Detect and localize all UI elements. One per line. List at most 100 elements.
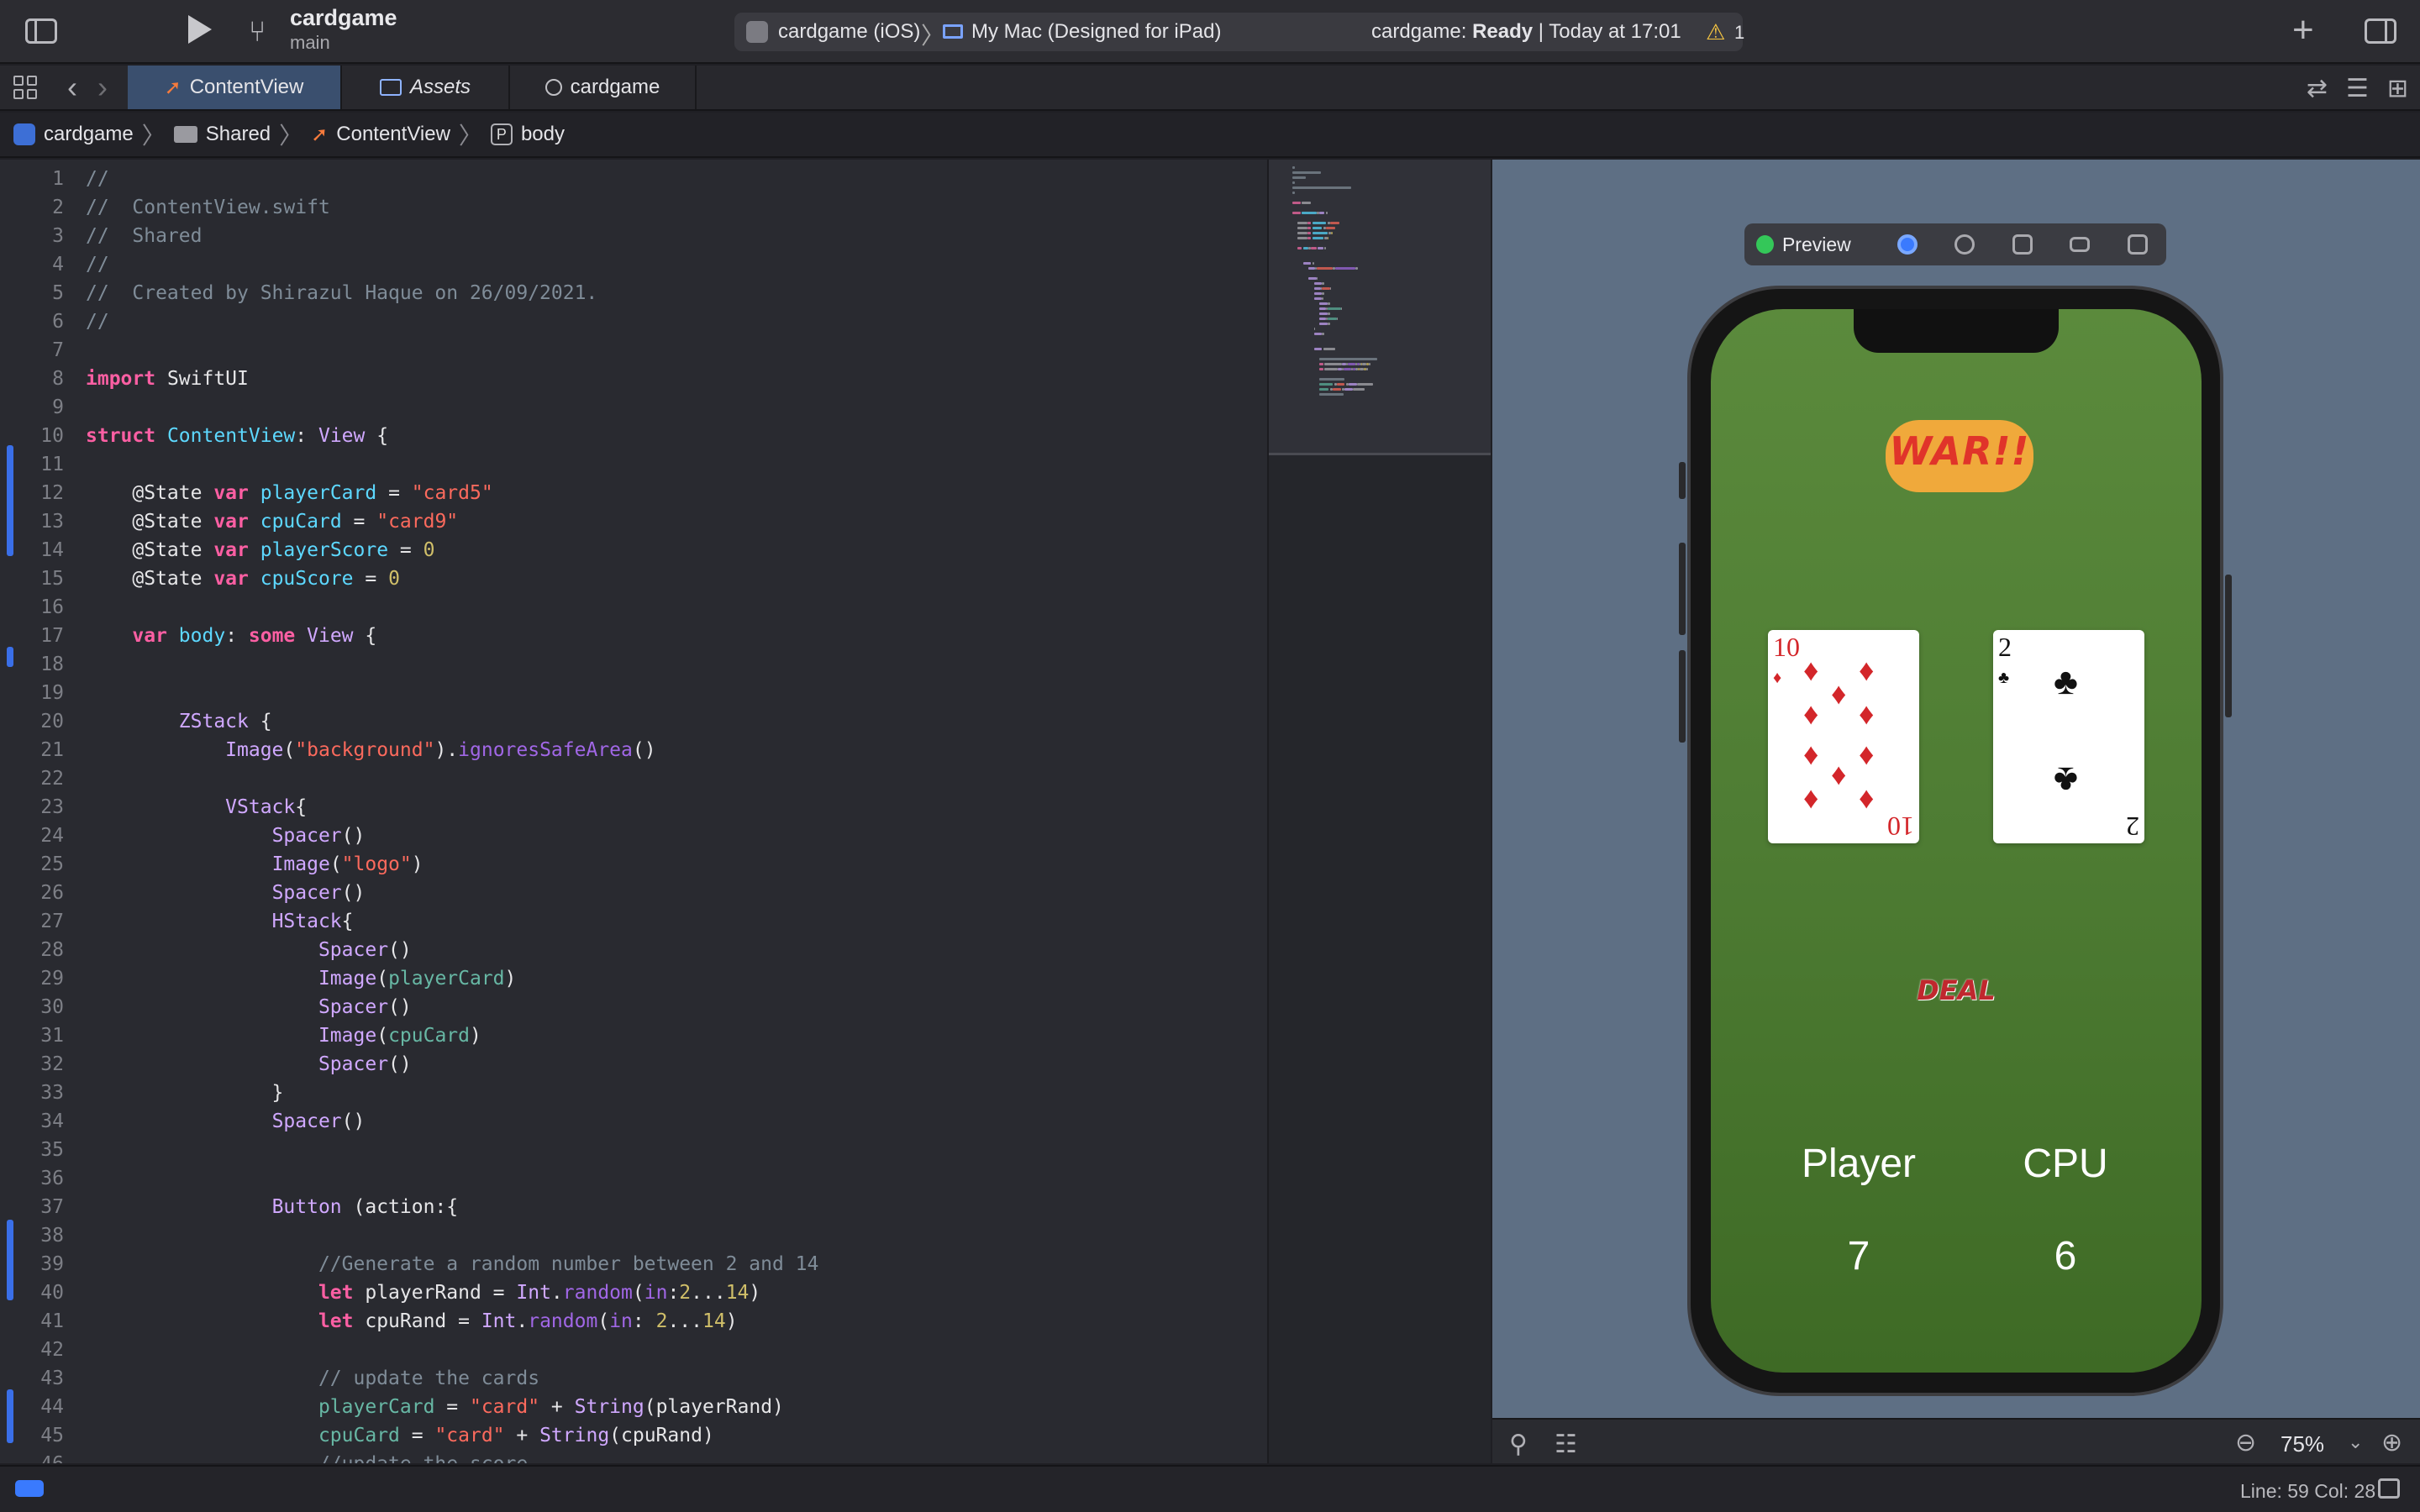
code-line[interactable]: 35	[0, 1136, 1267, 1164]
minimap-mark	[1297, 237, 1307, 239]
code-line[interactable]: 45 cpuCard = "card" + String(cpuRand)	[0, 1421, 1267, 1450]
code-line[interactable]: 16	[0, 593, 1267, 622]
code-line[interactable]: 26 Spacer()	[0, 879, 1267, 907]
breadcrumb-project[interactable]: cardgame	[44, 123, 134, 146]
selectable-button[interactable]	[1936, 234, 1994, 255]
code-line[interactable]: 29 Image(playerCard)	[0, 964, 1267, 993]
code-line[interactable]: 6 //	[0, 307, 1267, 336]
grid-icon[interactable]	[13, 76, 37, 99]
code-line[interactable]: 36	[0, 1164, 1267, 1193]
code-line[interactable]: 41 let cpuRand = Int.random(in: 2...14)	[0, 1307, 1267, 1336]
code-line[interactable]: 46 //update the score	[0, 1450, 1267, 1463]
chevron-right-icon[interactable]: ›	[97, 70, 108, 105]
device-settings-button[interactable]	[2051, 237, 2109, 252]
warning-icon[interactable]: ⚠	[1706, 19, 1725, 45]
minimap-mark	[1313, 297, 1323, 300]
code-token: =	[341, 511, 377, 533]
code-line[interactable]: 31 Image(cpuCard)	[0, 1021, 1267, 1050]
swap-icon[interactable]: ⇄	[2307, 74, 2328, 103]
minimap-mark	[1329, 222, 1339, 224]
code-editor[interactable]: 1 // 2 // ContentView.swift 3 // Shared 4 // 5 //…	[0, 160, 1267, 1463]
tab-assets[interactable]: Assets	[342, 66, 510, 109]
code-line[interactable]: 42	[0, 1336, 1267, 1364]
warning-count[interactable]: 1	[1734, 22, 1744, 44]
code-line[interactable]: 8 import SwiftUI	[0, 365, 1267, 393]
zoom-in-icon[interactable]: ⊕	[2381, 1428, 2402, 1457]
zoom-level[interactable]: 75%	[2281, 1431, 2324, 1457]
project-name[interactable]: cardgame	[290, 5, 397, 31]
code-line[interactable]: 28 Spacer()	[0, 936, 1267, 964]
code-line[interactable]: 17 var body: some View {	[0, 622, 1267, 650]
code-line[interactable]: 13 @State var cpuCard = "card9"	[0, 507, 1267, 536]
code-line[interactable]: 24 Spacer()	[0, 822, 1267, 850]
rotate-button[interactable]	[1993, 234, 2051, 255]
code-line[interactable]: 7	[0, 336, 1267, 365]
phone-volume-up	[1679, 543, 1686, 635]
breadcrumb-folder[interactable]: Shared	[206, 123, 271, 146]
sidebar-toggle-icon[interactable]	[25, 18, 57, 44]
code-line[interactable]: 2 // ContentView.swift	[0, 193, 1267, 222]
tab-contentview[interactable]: ➚ ContentView	[128, 66, 342, 109]
code-token: var	[213, 482, 249, 504]
breadcrumb-symbol[interactable]: body	[521, 123, 565, 146]
code-line[interactable]: 34 Spacer()	[0, 1107, 1267, 1136]
code-token: var	[213, 511, 249, 533]
code-line[interactable]: 33 }	[0, 1079, 1267, 1107]
code-line[interactable]: 4 //	[0, 250, 1267, 279]
play-icon[interactable]	[188, 15, 212, 44]
code-line[interactable]: 22	[0, 764, 1267, 793]
code-text: @State var playerScore = 0	[86, 536, 434, 564]
code-line[interactable]: 25 Image("logo")	[0, 850, 1267, 879]
code-line[interactable]: 15 @State var cpuScore = 0	[0, 564, 1267, 593]
code-line[interactable]: 37 Button (action:{	[0, 1193, 1267, 1221]
zoom-out-icon[interactable]: ⊖	[2235, 1428, 2256, 1457]
code-line[interactable]: 18	[0, 650, 1267, 679]
code-line[interactable]: 9	[0, 393, 1267, 422]
code-line[interactable]: 39 //Generate a random number between 2 …	[0, 1250, 1267, 1278]
code-line[interactable]: 11	[0, 450, 1267, 479]
editor-options-icon[interactable]: ☰	[2346, 74, 2369, 103]
code-line[interactable]: 27 HStack{	[0, 907, 1267, 936]
scheme-selector[interactable]: cardgame (iOS)	[778, 20, 920, 44]
code-line[interactable]: 44 playerCard = "card" + String(playerRa…	[0, 1393, 1267, 1421]
chevron-down-icon[interactable]: ⌄	[2348, 1431, 2363, 1453]
code-line[interactable]: 32 Spacer()	[0, 1050, 1267, 1079]
preview-label[interactable]: Preview	[1782, 234, 1878, 256]
inspector-toggle-icon[interactable]	[2365, 18, 2396, 44]
chevron-left-icon[interactable]: ‹	[67, 70, 77, 105]
code-line[interactable]: 23 VStack{	[0, 793, 1267, 822]
code-text: Image("background").ignoresSafeArea()	[86, 736, 655, 764]
code-line[interactable]: 14 @State var playerScore = 0	[0, 536, 1267, 564]
add-editor-icon[interactable]: ⊞	[2387, 74, 2408, 103]
pin-icon[interactable]: ⚲	[1509, 1430, 1528, 1459]
tab-cardgame[interactable]: cardgame	[510, 66, 697, 109]
console-toggle-icon[interactable]	[2378, 1478, 2400, 1499]
code-line[interactable]: 38	[0, 1221, 1267, 1250]
code-line[interactable]: 19	[0, 679, 1267, 707]
code-line[interactable]: 1 //	[0, 165, 1267, 193]
code-line[interactable]: 10 struct ContentView: View {	[0, 422, 1267, 450]
code-line[interactable]: 43 // update the cards	[0, 1364, 1267, 1393]
code-token: )	[725, 1310, 738, 1332]
duplicate-preview-button[interactable]	[2108, 234, 2166, 255]
code-lines: 1 // 2 // ContentView.swift 3 // Shared 4 // 5 //…	[0, 165, 1267, 1463]
adjust-icon[interactable]: ☷	[1555, 1430, 1577, 1459]
code-line[interactable]: 12 @State var playerCard = "card5"	[0, 479, 1267, 507]
code-line[interactable]: 40 let playerRand = Int.random(in:2...14…	[0, 1278, 1267, 1307]
plus-icon[interactable]: +	[2292, 10, 2314, 50]
breadcrumb-file[interactable]: ContentView	[336, 123, 450, 146]
deal-button[interactable]: DEAL	[1906, 971, 2007, 1010]
canvas-bottom-bar: ⚲ ☷ ⊖ 75% ⌄ ⊕	[1492, 1418, 2420, 1463]
diamond-pip: ♦	[1831, 676, 1847, 711]
minimap[interactable]	[1267, 160, 1491, 1463]
code-line[interactable]: 30 Spacer()	[0, 993, 1267, 1021]
code-line[interactable]: 3 // Shared	[0, 222, 1267, 250]
code-token: :	[632, 1310, 656, 1332]
run-destination[interactable]: My Mac (Designed for iPad)	[971, 20, 1221, 44]
code-line[interactable]: 20 ZStack {	[0, 707, 1267, 736]
code-token: 14	[725, 1282, 750, 1304]
live-preview-button[interactable]	[1878, 234, 1936, 255]
code-line[interactable]: 21 Image("background").ignoresSafeArea()	[0, 736, 1267, 764]
debug-area-toggle[interactable]	[15, 1480, 44, 1497]
code-line[interactable]: 5 // Created by Shirazul Haque on 26/09/2…	[0, 279, 1267, 307]
